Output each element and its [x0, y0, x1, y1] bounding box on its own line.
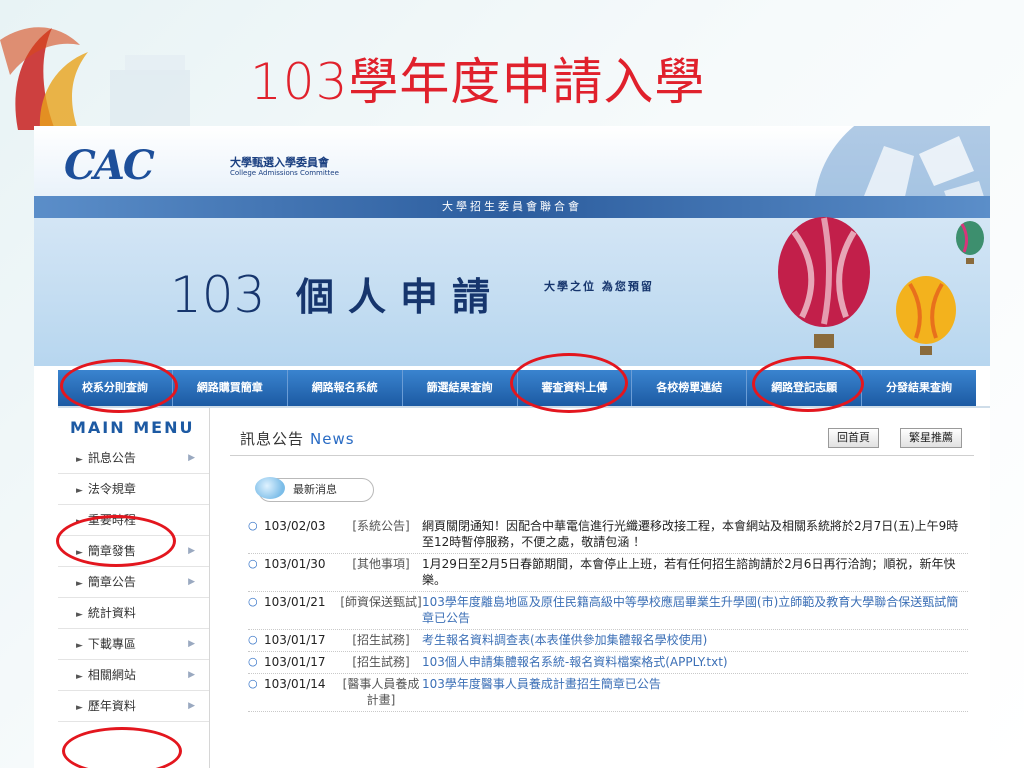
news-text: 1月29日至2月5日春節期間，本會停止上班，若有任何招生諮詢請於2月6日再行洽詢… [422, 557, 956, 587]
sidebar-item-label: 重要時程 [87, 513, 136, 527]
website-screenshot: CAC 大學甄選入學委員會 College Admissions Committ… [34, 126, 990, 768]
bullet-icon: ► [76, 610, 83, 620]
nav-buy-brochure[interactable]: 網路購買簡章 [173, 370, 288, 406]
brand-name-zh: 大學甄選入學委員會 [230, 156, 329, 169]
bullet-icon: ► [76, 579, 83, 589]
news-category: [招生試務] [352, 655, 410, 669]
news-item: ○ 103/01/17 [招生試務] 考生報名資料調查表(本表僅供參加集體報名學校使用… [248, 630, 968, 652]
slide-title: 103學年度申請入學 [250, 53, 706, 111]
circle-bullet-icon: ○ [248, 557, 258, 570]
bullet-icon: ► [76, 703, 83, 713]
circle-bullet-icon: ○ [248, 595, 258, 608]
sidebar-item-label: 下載專區 [87, 637, 136, 651]
bullet-icon: ► [76, 517, 83, 527]
news-date: 103/01/17 [264, 655, 326, 669]
latest-news-label: 最新消息 [293, 483, 337, 496]
chevron-right-icon: ▶ [188, 453, 195, 463]
news-title-zh: 訊息公告 [240, 430, 305, 448]
circle-bullet-icon: ○ [248, 519, 258, 532]
speech-bubble-icon [255, 477, 285, 499]
nav-placement-results[interactable]: 分發結果查詢 [862, 370, 976, 406]
chevron-right-icon: ▶ [188, 701, 195, 711]
nav-school-rankings[interactable]: 各校榜單連結 [632, 370, 748, 406]
bullet-icon: ► [76, 641, 83, 651]
news-date: 103/01/30 [264, 557, 326, 571]
news-text: 網頁關閉通知！因配合中華電信進行光纖遷移改接工程，本會網站及相關系統將於2月7日… [422, 519, 959, 549]
latest-news-tab[interactable]: 最新消息 [255, 477, 374, 502]
nav-upload-review-materials[interactable]: 審查資料上傳 [518, 370, 633, 406]
news-panel: 訊息公告 News 回首頁 繁星推薦 最新消息 ○ 103/02/03 [系統公告] 網… [230, 408, 982, 768]
sidebar-item-label: 訊息公告 [87, 451, 136, 465]
sidebar-item-label: 法令規章 [87, 482, 136, 496]
bullet-icon: ► [76, 486, 83, 496]
site-banner: CAC 大學甄選入學委員會 College Admissions Committ… [34, 126, 990, 366]
nav-online-registration[interactable]: 網路報名系統 [288, 370, 403, 406]
news-date: 103/01/14 [264, 677, 326, 691]
sidebar-menu: ► 訊息公告 ▶ ► 法令規章 ► 重要時程 ► 簡章發售 ▶ ► 簡章公告 ▶ ► 統計資料 ► 下載專區 ▶ ►… [58, 443, 209, 722]
news-category: [系統公告] [352, 519, 410, 533]
news-link[interactable]: 103學年度醫事人員養成計畫招生簡章已公告 [422, 676, 968, 708]
news-title-en: News [310, 430, 355, 448]
news-list: ○ 103/02/03 [系統公告] 網頁關閉通知！因配合中華電信進行光纖遷移改接工程… [248, 516, 968, 712]
chevron-right-icon: ▶ [188, 670, 195, 680]
slide-logo [0, 27, 190, 130]
sidebar-item[interactable]: ► 統計資料 [58, 598, 209, 629]
news-item: ○ 103/02/03 [系統公告] 網頁關閉通知！因配合中華電信進行光纖遷移改接工程… [248, 516, 968, 554]
nav-register-preferences[interactable]: 網路登記志願 [747, 370, 863, 406]
news-category: [其他事項] [352, 557, 410, 571]
sidebar-item-label: 相關網站 [87, 668, 136, 682]
sidebar-item[interactable]: ► 歷年資料 ▶ [58, 691, 209, 722]
brand-name-en: College Admissions Committee [230, 169, 339, 177]
news-category: [醫事人員養成計畫] [342, 677, 420, 707]
news-header: 訊息公告 News 回首頁 繁星推薦 [230, 422, 974, 456]
sidebar-item-label: 簡章公告 [87, 575, 136, 589]
sidebar-item-label: 統計資料 [87, 606, 136, 620]
banner-title: 個人申請 [296, 274, 505, 319]
main-menu-title: MAIN MENU [70, 418, 195, 437]
news-link[interactable]: 103學年度離島地區及原住民籍高級中等學校應屆畢業生升學國(市)立師範及教育大學… [422, 594, 968, 626]
news-item: ○ 103/01/30 [其他事項] 1月29日至2月5日春節期間，本會停止上班，若有… [248, 554, 968, 592]
sidebar-item[interactable]: ► 相關網站 ▶ [58, 660, 209, 691]
news-title: 訊息公告 News [240, 428, 355, 449]
star-recommend-button[interactable]: 繁星推薦 [900, 428, 962, 448]
balloons-graphic [778, 217, 984, 355]
news-category: [招生試務] [352, 633, 410, 647]
nav-screening-results[interactable]: 篩選結果查詢 [403, 370, 518, 406]
sidebar-item[interactable]: ► 訊息公告 ▶ [58, 443, 209, 474]
circle-bullet-icon: ○ [248, 677, 258, 690]
news-date: 103/01/17 [264, 633, 326, 647]
sidebar-item[interactable]: ► 法令規章 [58, 474, 209, 505]
sidebar-item[interactable]: ► 下載專區 ▶ [58, 629, 209, 660]
circle-bullet-icon: ○ [248, 655, 258, 668]
banner-year: 103 [170, 266, 266, 324]
news-date: 103/01/21 [264, 595, 326, 609]
news-category: [師資保送甄試] [340, 595, 422, 609]
sidebar-item[interactable]: ► 簡章公告 ▶ [58, 567, 209, 598]
news-link[interactable]: 103個人申請集體報名系統-報名資料檔案格式(APPLY.txt) [422, 654, 968, 670]
news-item: ○ 103/01/21 [師資保送甄試] 103學年度離島地區及原住民籍高級中等學校應… [248, 592, 968, 630]
content-area: MAIN MENU ► 訊息公告 ▶ ► 法令規章 ► 重要時程 ► 簡章發售 ▶ ► 簡章公告 ▶ ► 統… [58, 406, 990, 768]
bullet-icon: ► [76, 455, 83, 465]
news-item: ○ 103/01/17 [招生試務] 103個人申請集體報名系統-報名資料檔案格式(A… [248, 652, 968, 674]
bullet-icon: ► [76, 672, 83, 682]
sidebar-item[interactable]: ► 簡章發售 ▶ [58, 536, 209, 567]
main-nav: 校系分則查詢 網路購買簡章 網路報名系統 篩選結果查詢 審查資料上傳 各校榜單連… [58, 370, 976, 406]
chevron-right-icon: ▶ [188, 639, 195, 649]
circle-bullet-icon: ○ [248, 633, 258, 646]
bullet-icon: ► [76, 548, 83, 558]
chevron-right-icon: ▶ [188, 577, 195, 587]
home-button[interactable]: 回首頁 [828, 428, 879, 448]
news-date: 103/02/03 [264, 519, 326, 533]
sidebar-item-label: 歷年資料 [87, 699, 136, 713]
banner-subtitle: 大學之位 為您預留 [544, 280, 654, 293]
chevron-right-icon: ▶ [188, 546, 195, 556]
news-item: ○ 103/01/14 [醫事人員養成計畫] 103學年度醫事人員養成計畫招生簡章已公… [248, 674, 968, 712]
sidebar: MAIN MENU ► 訊息公告 ▶ ► 法令規章 ► 重要時程 ► 簡章發售 ▶ ► 簡章公告 ▶ ► 統… [58, 408, 210, 768]
brand-logo[interactable]: CAC [64, 142, 155, 189]
sidebar-item-label: 簡章發售 [87, 544, 136, 558]
nav-department-rules[interactable]: 校系分則查詢 [58, 370, 173, 406]
news-link[interactable]: 考生報名資料調查表(本表僅供參加集體報名學校使用) [422, 632, 968, 648]
sidebar-item[interactable]: ► 重要時程 [58, 505, 209, 536]
